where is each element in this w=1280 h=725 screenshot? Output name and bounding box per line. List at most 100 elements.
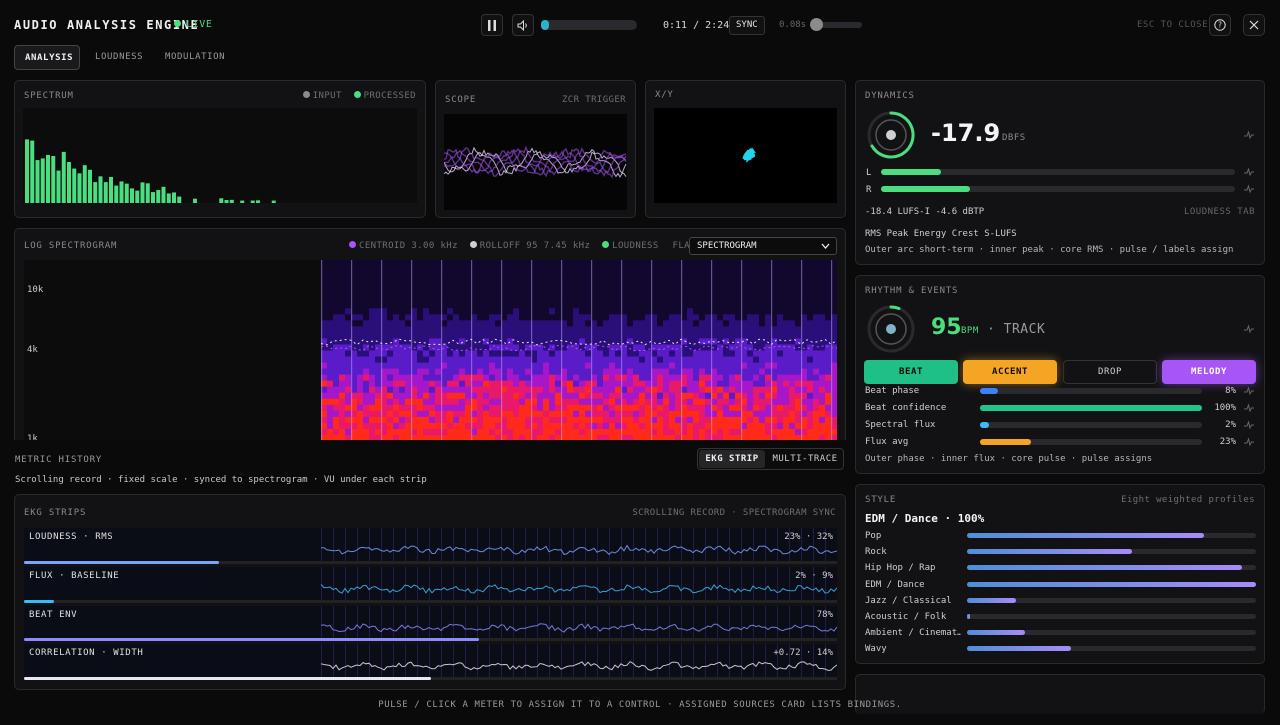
spectrogram-cell [615, 308, 622, 315]
volume-button[interactable] [512, 14, 534, 36]
spectrogram-cell [513, 302, 520, 309]
spectrogram-cell [693, 404, 700, 412]
playback-progress[interactable] [541, 20, 637, 30]
ekg-strip-loudness[interactable]: LOUDNESS · RMS 23% · 32% [24, 528, 837, 562]
pulse-icon[interactable] [1244, 420, 1254, 430]
spectrogram-cell [675, 350, 682, 357]
dynamics-metrics[interactable]: RMS Peak Energy Crest S-LUFS [865, 229, 1017, 239]
spectrogram-cell [393, 260, 400, 267]
xy-display[interactable] [654, 108, 837, 203]
style-profile-meter[interactable] [967, 565, 1256, 571]
spectrogram-cell [669, 302, 676, 309]
style-profile-meter[interactable] [967, 549, 1256, 555]
spectrogram-cell [603, 422, 610, 430]
beat-marker [741, 260, 743, 440]
spectrogram-mode-select[interactable]: SPECTROGRAM [689, 237, 837, 255]
spectrogram-cell [447, 266, 454, 273]
spectrogram-cell [705, 266, 712, 273]
spectrogram-cell [537, 266, 544, 273]
spectrogram-cell [729, 278, 736, 285]
spectrogram-cell [555, 326, 562, 333]
ekg-strip-correlation[interactable]: CORRELATION · WIDTH +0.72 · 14% [24, 644, 837, 678]
tab-loudness[interactable]: LOUDNESS [85, 45, 153, 70]
pulse-icon[interactable] [1244, 130, 1254, 140]
spectrogram-cell [753, 380, 760, 388]
spectrogram-cell [387, 344, 394, 351]
rhythm-row-meter[interactable] [980, 422, 1202, 428]
spectrogram-cell [375, 362, 382, 369]
spectrogram-cell [585, 320, 592, 327]
spectrogram-cell [453, 320, 460, 327]
tab-modulation[interactable]: MODULATION [155, 45, 235, 70]
spectrogram-cell [657, 386, 664, 394]
spectrogram-cell [447, 350, 454, 357]
spectrogram-cell [507, 332, 514, 339]
spectrogram-cell [513, 410, 520, 418]
tab-analysis[interactable]: ANALYSIS [14, 45, 80, 70]
dynamics-gauge[interactable] [866, 110, 916, 160]
scope-display[interactable] [443, 114, 627, 210]
event-beat-button[interactable]: BEAT [864, 360, 958, 384]
rhythm-row-meter[interactable] [980, 405, 1202, 411]
style-profile-meter[interactable] [967, 630, 1256, 636]
spectrogram-cell [537, 362, 544, 369]
spectrogram-heatmap [321, 260, 837, 440]
channel-l-meter[interactable] [881, 169, 1235, 175]
spectrogram-cell [597, 302, 604, 309]
pulse-icon[interactable] [1244, 184, 1254, 194]
mode-multi-trace[interactable]: MULTI-TRACE [768, 450, 842, 468]
rhythm-row-meter[interactable] [980, 439, 1202, 445]
pause-button[interactable] [481, 14, 503, 36]
spectrogram-cell [333, 260, 340, 267]
spectrogram-cell [579, 302, 586, 309]
close-button[interactable] [1243, 14, 1265, 36]
beat-gauge[interactable] [866, 304, 916, 354]
spectrum-plot[interactable] [23, 108, 417, 203]
event-accent-button[interactable]: ACCENT [963, 360, 1057, 384]
spectrogram-cell [459, 284, 466, 291]
spectrogram-cell [639, 314, 646, 321]
latency-slider-knob[interactable] [810, 18, 823, 31]
spectrogram-cell [357, 326, 364, 333]
event-drop-button[interactable]: DROP [1063, 360, 1157, 384]
spectrogram-cell [597, 386, 604, 394]
spectrogram-cell [609, 428, 616, 436]
ekg-grid-line [789, 567, 790, 601]
mode-ekg-strip[interactable]: EKG STRIP [699, 450, 765, 468]
pulse-icon[interactable] [1244, 167, 1254, 177]
loudness-tab-link[interactable]: LOUDNESS TAB [1184, 207, 1255, 217]
pulse-icon[interactable] [1244, 386, 1254, 396]
spectrogram-plot[interactable]: 10k 4k 1k [24, 260, 837, 440]
spectrogram-cell [477, 362, 484, 369]
ekg-strip-beat-env[interactable]: BEAT ENV 78% [24, 606, 837, 640]
ekg-strip-flux[interactable]: FLUX · BASELINE 2% · 9% [24, 567, 837, 601]
pulse-icon[interactable] [1244, 403, 1254, 413]
style-profile-meter[interactable] [967, 597, 1256, 603]
spectrogram-cell [513, 272, 520, 279]
spectrogram-cell [825, 296, 832, 303]
spectrogram-cell [729, 332, 736, 339]
style-profile-meter[interactable] [967, 581, 1256, 587]
spectrogram-cell [783, 332, 790, 339]
style-profile-meter[interactable] [967, 646, 1256, 652]
rhythm-row-meter[interactable] [980, 388, 1202, 394]
event-melody-button[interactable]: MELODY [1162, 360, 1256, 384]
spectrogram-cell [723, 344, 730, 351]
style-profile-meter[interactable] [967, 614, 1256, 619]
spectrogram-cell [357, 362, 364, 369]
channel-r-meter[interactable] [881, 186, 1235, 192]
help-button[interactable]: ? [1209, 14, 1231, 36]
spectrum-bar [114, 185, 119, 203]
spectrogram-cell [465, 350, 472, 357]
pulse-icon[interactable] [1244, 324, 1254, 334]
spectrogram-cell [603, 410, 610, 418]
style-profile-meter[interactable] [967, 533, 1256, 538]
pulse-icon[interactable] [1244, 437, 1254, 447]
spectrogram-cell [447, 308, 454, 315]
sync-button[interactable]: SYNC [729, 16, 765, 35]
spectrogram-cell [567, 380, 574, 388]
spectrogram-cell [675, 380, 682, 388]
spectrogram-cell [459, 434, 466, 440]
spectrogram-legend: CENTROID 3.00 kHz ROLLOFF 95 7.45 kHz LO… [349, 241, 719, 251]
spectrogram-cell [543, 410, 550, 418]
